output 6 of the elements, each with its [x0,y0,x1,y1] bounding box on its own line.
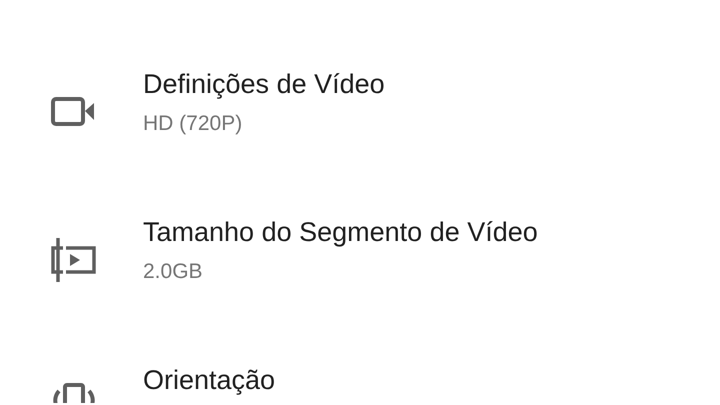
setting-title[interactable]: Orientação [143,362,276,399]
setting-value: HD (720P) [143,111,244,137]
setting-value: 2.0GB [143,259,204,285]
setting-title[interactable]: Definições de Vídeo [143,66,385,103]
split-play-icon [50,236,98,284]
setting-title[interactable]: Tamanho do Segmento de Vídeo [143,214,538,251]
